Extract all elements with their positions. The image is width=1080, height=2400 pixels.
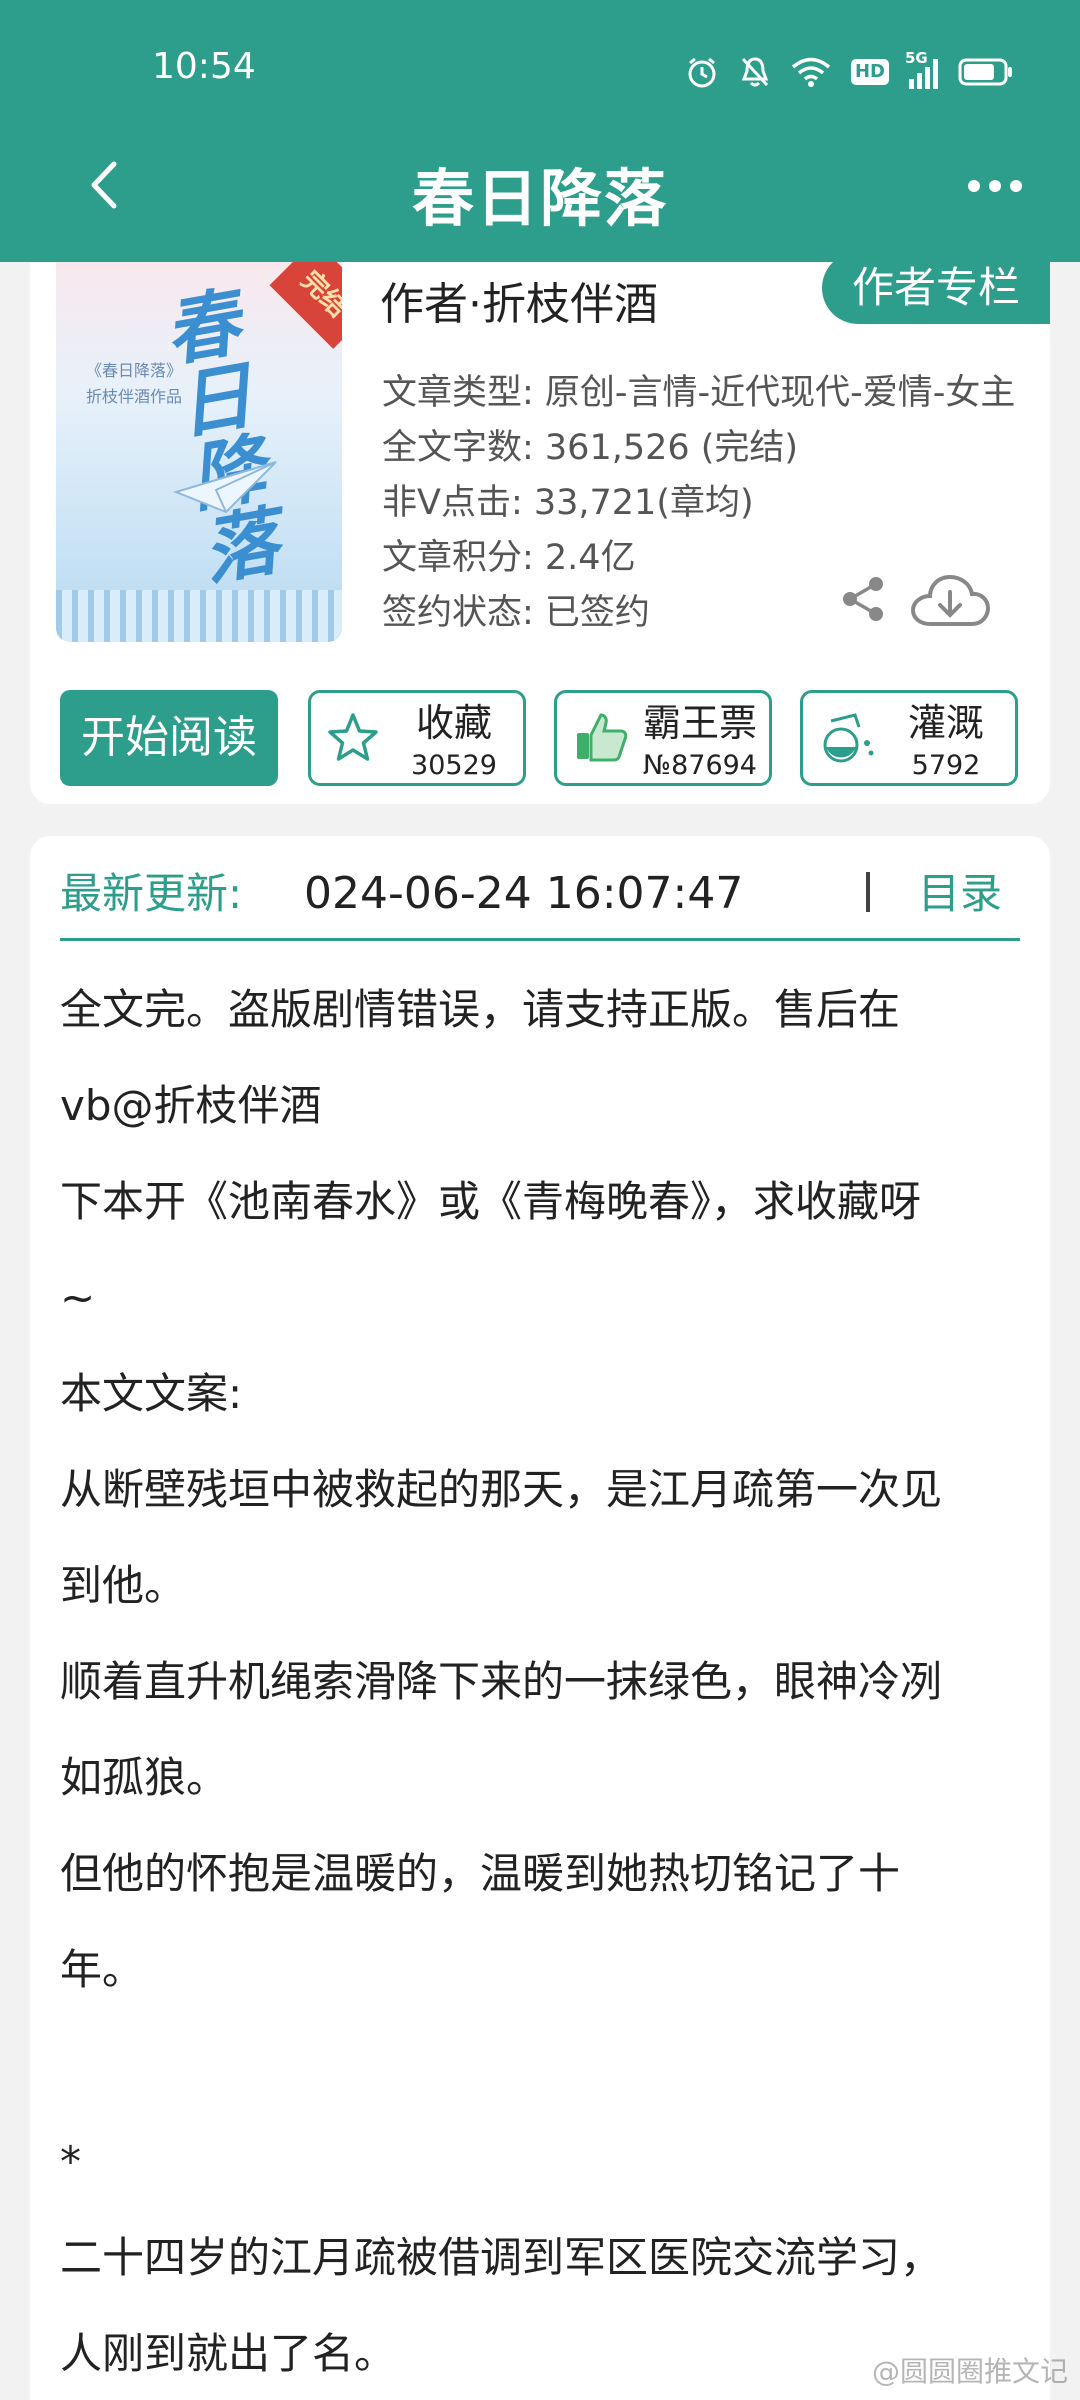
download-button[interactable] [910, 574, 991, 634]
network-label: 5G [905, 49, 928, 67]
thumbs-up-icon [571, 707, 631, 771]
mute-bell-icon [739, 55, 771, 89]
description-line: vb@折枝伴酒 [60, 1081, 322, 1130]
alarm-icon [685, 55, 719, 89]
description-line: ~ [60, 1273, 96, 1322]
water-label: 灌溉 [907, 701, 984, 745]
author-column-button[interactable]: 作者专栏 [822, 252, 1050, 324]
cloud-download-icon [910, 574, 991, 626]
latest-update-bar: 最新更新: 024-06-24 16:07:47 目录 [60, 860, 1020, 940]
start-reading-button[interactable]: 开始阅读 [60, 690, 278, 786]
favorite-button[interactable]: 收藏 30529 [308, 690, 526, 786]
ticket-label: 霸王票 [642, 701, 757, 745]
description-line: 但他的怀抱是温暖的，温暖到她热切铭记了十 [60, 1849, 901, 1898]
update-underline [60, 938, 1020, 941]
share-button[interactable] [838, 574, 888, 628]
description-line: 全文完。盗版剧情错误，请支持正版。售后在 [60, 985, 901, 1034]
meta-clicks: 非Ⅴ点击: 33,721(章均) [382, 483, 754, 523]
status-time: 10:54 [152, 46, 256, 87]
book-description: 全文完。盗版剧情错误，请支持正版。售后在 vb@折枝伴酒 下本开《池南春水》或《… [60, 962, 1020, 2400]
latest-update-time[interactable]: 024-06-24 16:07:47 [304, 864, 924, 924]
description-line: 本文文案: [60, 1369, 243, 1418]
more-button[interactable] [960, 166, 1030, 206]
water-button[interactable]: 灌溉 5792 [800, 690, 1018, 786]
author-name[interactable]: 作者·折枝伴酒 [380, 268, 658, 332]
cover-subtitle-line: 折枝伴酒作品 [86, 387, 183, 406]
cover-subtitle: 《春日降落》 折枝伴酒作品 [86, 358, 182, 410]
meta-genre: 文章类型: 原创-言情-近代现代-爱情-女主 [382, 373, 1016, 413]
ticket-button[interactable]: 霸王票 №87694 [554, 690, 772, 786]
table-of-contents-link[interactable]: 目录 [918, 864, 1002, 924]
status-icons: HD 5G [685, 49, 1014, 92]
meta-word-count: 全文字数: 361,526 (完结) [382, 428, 799, 468]
favorite-count: 30529 [411, 750, 497, 781]
battery-icon [958, 57, 1014, 87]
description-line: 二十四岁的江月疏被借调到军区医院交流学习， [60, 2233, 943, 2282]
hd-icon: HD [850, 59, 889, 85]
cover-fence-illustration [56, 590, 342, 642]
description-line: 从断壁残垣中被救起的那天，是江月疏第一次见 [60, 1465, 943, 1514]
watermark: @圆圆圈推文记 [871, 2355, 1068, 2388]
latest-update-label: 最新更新: [60, 869, 243, 918]
description-line: 年。 [60, 1945, 145, 1994]
more-dots-icon [968, 180, 1022, 192]
description-line: 如孤狼。 [60, 1753, 229, 1802]
share-icon [843, 577, 883, 621]
description-line: * [60, 2137, 81, 2186]
description-line: 顺着直升机绳索滑降下来的一抹绿色，眼神冷冽 [60, 1657, 943, 1706]
ticket-count: №87694 [643, 750, 757, 781]
star-icon [325, 707, 381, 771]
signal-icon: 5G [905, 49, 938, 89]
flask-icon [817, 707, 877, 771]
favorite-label: 收藏 [415, 701, 492, 745]
description-line: 到他。 [60, 1561, 187, 1610]
description-line [60, 2018, 1020, 2114]
wifi-icon [791, 56, 831, 88]
cover-subtitle-line: 《春日降落》 [86, 361, 183, 380]
divider [866, 872, 870, 912]
status-bar: 10:54 HD 5G [0, 0, 1080, 140]
description-line: 下本开《池南春水》或《青梅晚春》，求收藏呀 [60, 1177, 922, 1226]
paper-plane-illustration [172, 461, 277, 514]
book-cover[interactable]: 完结 春日降落 《春日降落》 折枝伴酒作品 [56, 262, 342, 642]
page-title: 春日降落 [411, 162, 668, 235]
water-count: 5792 [911, 750, 981, 781]
